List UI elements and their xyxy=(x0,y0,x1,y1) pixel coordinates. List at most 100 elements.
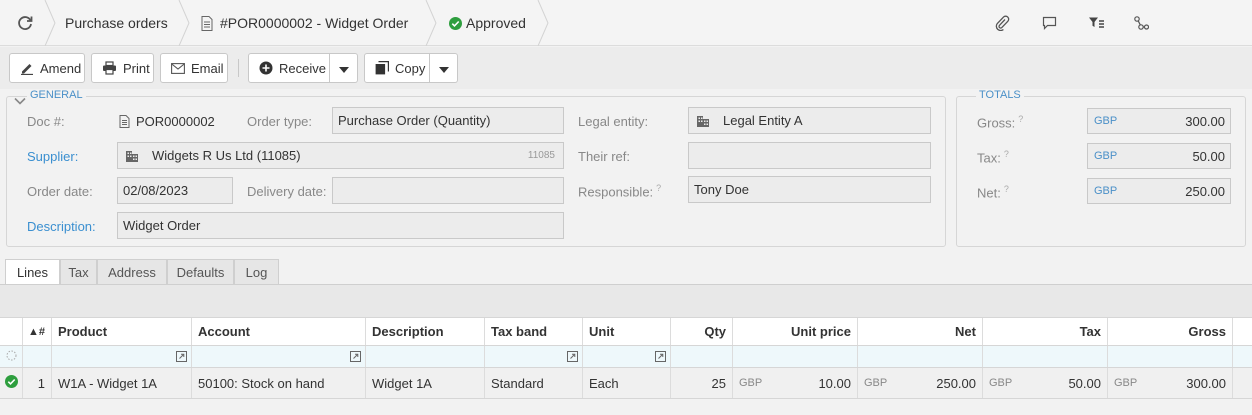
description-field[interactable]: Widget Order xyxy=(117,212,564,239)
receive-label: Receive xyxy=(279,60,326,76)
share-icon[interactable] xyxy=(1131,13,1151,33)
cell-tax-band[interactable]: Standard xyxy=(485,368,583,398)
column-header-qty[interactable]: Qty xyxy=(671,318,733,345)
delivery-date-field[interactable] xyxy=(332,177,564,204)
filter-account[interactable] xyxy=(192,346,366,367)
filter-tax-band[interactable] xyxy=(485,346,583,367)
gross-value: 300.00 xyxy=(1185,113,1225,129)
general-legend: GENERAL xyxy=(27,89,86,101)
their-ref-field[interactable] xyxy=(688,142,931,169)
column-header-gross[interactable]: Gross xyxy=(1108,318,1233,345)
tab-tax[interactable]: Tax xyxy=(60,259,97,284)
print-button[interactable]: Print xyxy=(91,53,154,83)
legal-entity-field[interactable]: Legal Entity A xyxy=(688,107,931,134)
document-icon xyxy=(201,15,213,31)
popout-icon[interactable] xyxy=(176,350,187,365)
filter-qty[interactable] xyxy=(671,346,733,367)
filter-unit-price[interactable] xyxy=(733,346,858,367)
breadcrumb-purchase-orders[interactable]: Purchase orders xyxy=(65,0,168,46)
table-row[interactable]: 1 W1A - Widget 1A 50100: Stock on hand W… xyxy=(0,368,1252,399)
supplier-field[interactable]: Widgets R Us Ltd (11085) 11085 xyxy=(117,142,564,169)
cell-tax[interactable]: GBP 50.00 xyxy=(983,368,1108,398)
order-type-label: Order type: xyxy=(247,114,313,129)
order-date-value: 02/08/2023 xyxy=(123,183,189,198)
column-header-tax-band[interactable]: Tax band xyxy=(485,318,583,345)
unit-price-currency: GBP xyxy=(739,377,763,389)
receive-button[interactable]: Receive xyxy=(248,53,330,83)
cell-unit-price[interactable]: GBP 10.00 xyxy=(733,368,858,398)
filter-product[interactable] xyxy=(52,346,192,367)
plus-circle-icon xyxy=(259,61,273,75)
cell-qty[interactable]: 25 xyxy=(671,368,733,398)
paperclip-icon[interactable] xyxy=(992,13,1012,33)
gross-label: Gross:? xyxy=(977,114,1023,130)
tab-log[interactable]: Log xyxy=(234,259,279,284)
column-header-description[interactable]: Description xyxy=(366,318,485,345)
responsible-label-text: Responsible: xyxy=(578,184,654,200)
cell-unit[interactable]: Each xyxy=(583,368,671,398)
tab-lines[interactable]: Lines xyxy=(5,259,60,285)
popout-icon[interactable] xyxy=(350,350,361,365)
receive-dropdown-button[interactable] xyxy=(330,53,358,83)
tax-currency: GBP xyxy=(989,377,1013,389)
amend-button[interactable]: Amend xyxy=(9,53,85,83)
cell-net[interactable]: GBP 250.00 xyxy=(858,368,983,398)
column-header-product[interactable]: Product xyxy=(52,318,192,345)
envelope-icon xyxy=(171,62,185,74)
tab-address[interactable]: Address xyxy=(97,259,167,284)
copy-dropdown-button[interactable] xyxy=(430,53,458,83)
grid-toolbar-area xyxy=(0,285,1252,317)
column-header-net[interactable]: Net xyxy=(858,318,983,345)
help-icon[interactable]: ? xyxy=(1018,114,1023,124)
refresh-icon[interactable] xyxy=(15,13,35,33)
responsible-field[interactable]: Tony Doe xyxy=(688,176,931,203)
filter-tax[interactable] xyxy=(983,346,1108,367)
description-label-link[interactable]: Description: xyxy=(27,219,96,234)
cell-account[interactable]: 50100: Stock on hand xyxy=(192,368,366,398)
filter-number[interactable] xyxy=(23,346,52,367)
collapse-chevron-icon[interactable] xyxy=(14,93,26,108)
gross-field: GBP 300.00 xyxy=(1087,108,1231,134)
column-header-unit-price[interactable]: Unit price xyxy=(733,318,858,345)
unit-price-value: 10.00 xyxy=(818,375,851,391)
email-button[interactable]: Email xyxy=(160,53,228,83)
order-type-field[interactable]: Purchase Order (Quantity) xyxy=(332,107,564,134)
breadcrumb-divider xyxy=(44,0,56,46)
gross-currency: GBP xyxy=(1114,377,1138,389)
filter-net[interactable] xyxy=(858,346,983,367)
tax-label-text: Tax: xyxy=(977,150,1001,166)
filter-gross[interactable] xyxy=(1108,346,1233,367)
status-label: Approved xyxy=(466,15,526,31)
net-currency: GBP xyxy=(1094,185,1118,197)
cell-product[interactable]: W1A - Widget 1A xyxy=(52,368,192,398)
filter-description[interactable] xyxy=(366,346,485,367)
column-header-number[interactable]: ▲# xyxy=(23,318,52,345)
column-header-tax[interactable]: Tax xyxy=(983,318,1108,345)
grid-header-row: ▲# Product Account Description Tax band … xyxy=(0,317,1252,346)
net-currency: GBP xyxy=(864,377,888,389)
popout-icon[interactable] xyxy=(655,350,666,365)
supplier-label-link[interactable]: Supplier: xyxy=(27,149,78,164)
top-bar: Purchase orders #POR0000002 - Widget Ord… xyxy=(0,0,1252,46)
tab-defaults[interactable]: Defaults xyxy=(167,259,234,284)
doc-number-label: Doc #: xyxy=(27,114,65,129)
cell-gross[interactable]: GBP 300.00 xyxy=(1108,368,1233,398)
filter-unit[interactable] xyxy=(583,346,671,367)
breadcrumb-document[interactable]: #POR0000002 - Widget Order xyxy=(201,0,408,46)
copy-icon xyxy=(375,61,389,75)
copy-button[interactable]: Copy xyxy=(364,53,430,83)
help-icon[interactable]: ? xyxy=(656,183,661,193)
printer-icon xyxy=(102,61,117,75)
cell-description[interactable]: Widget 1A xyxy=(366,368,485,398)
row-status-header xyxy=(0,318,23,345)
comment-icon[interactable] xyxy=(1039,13,1059,33)
column-header-unit[interactable]: Unit xyxy=(583,318,671,345)
filter-status-cell[interactable] xyxy=(0,346,23,367)
tax-value: 50.00 xyxy=(1192,148,1225,164)
filter-list-icon[interactable] xyxy=(1086,13,1106,33)
order-date-field[interactable]: 02/08/2023 xyxy=(117,177,233,204)
help-icon[interactable]: ? xyxy=(1004,184,1009,194)
help-icon[interactable]: ? xyxy=(1004,149,1009,159)
column-header-account[interactable]: Account xyxy=(192,318,366,345)
popout-icon[interactable] xyxy=(567,350,578,365)
